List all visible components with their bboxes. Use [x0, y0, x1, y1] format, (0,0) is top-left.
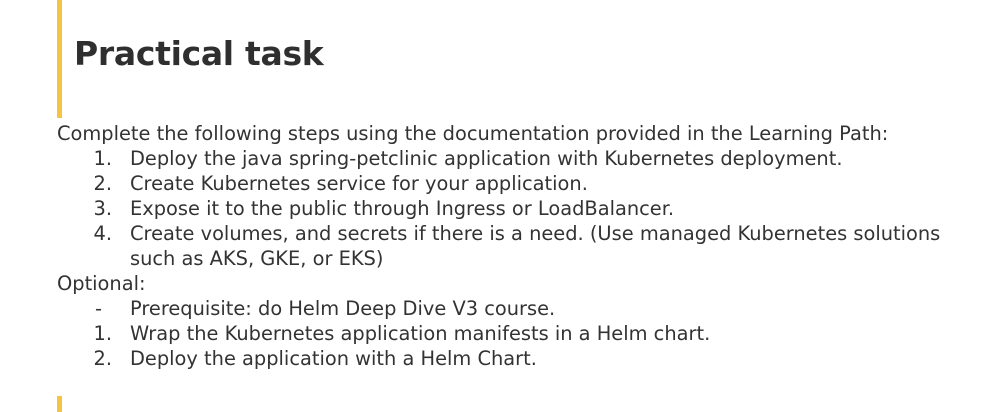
step-text: Expose it to the public through Ingress …: [130, 197, 675, 220]
dash-marker: -: [95, 297, 102, 320]
steps-list: 1. Deploy the java spring-petclinic appl…: [57, 146, 977, 271]
prerequisite-text: Prerequisite: do Helm Deep Dive V3 cours…: [130, 297, 556, 320]
step-number: 2.: [93, 172, 112, 195]
step-number: 3.: [93, 197, 112, 220]
optional-list: - Prerequisite: do Helm Deep Dive V3 cou…: [57, 296, 977, 371]
accent-bar-top: [57, 0, 62, 118]
page-title: Practical task: [74, 34, 324, 73]
step-text: Deploy the application with a Helm Chart…: [130, 347, 537, 370]
intro-text: Complete the following steps using the d…: [57, 122, 889, 145]
list-item: 2. Create Kubernetes service for your ap…: [57, 171, 977, 196]
list-item: 3. Expose it to the public through Ingre…: [57, 196, 977, 221]
step-text: Create Kubernetes service for your appli…: [130, 172, 588, 195]
list-item: - Prerequisite: do Helm Deep Dive V3 cou…: [57, 296, 977, 321]
accent-bar-bottom: [57, 396, 62, 412]
list-item: 2. Deploy the application with a Helm Ch…: [57, 346, 977, 371]
step-text: Create volumes, and secrets if there is …: [130, 222, 941, 270]
step-number: 4.: [93, 222, 112, 245]
list-item: 4. Create volumes, and secrets if there …: [57, 221, 977, 271]
step-number: 1.: [93, 147, 112, 170]
task-content: Complete the following steps using the d…: [57, 121, 977, 371]
step-text: Wrap the Kubernetes application manifest…: [130, 322, 711, 345]
optional-label: Optional:: [57, 272, 146, 295]
step-number: 1.: [93, 322, 112, 345]
step-number: 2.: [93, 347, 112, 370]
step-text: Deploy the java spring-petclinic applica…: [130, 147, 843, 170]
list-item: 1. Wrap the Kubernetes application manif…: [57, 321, 977, 346]
list-item: 1. Deploy the java spring-petclinic appl…: [57, 146, 977, 171]
